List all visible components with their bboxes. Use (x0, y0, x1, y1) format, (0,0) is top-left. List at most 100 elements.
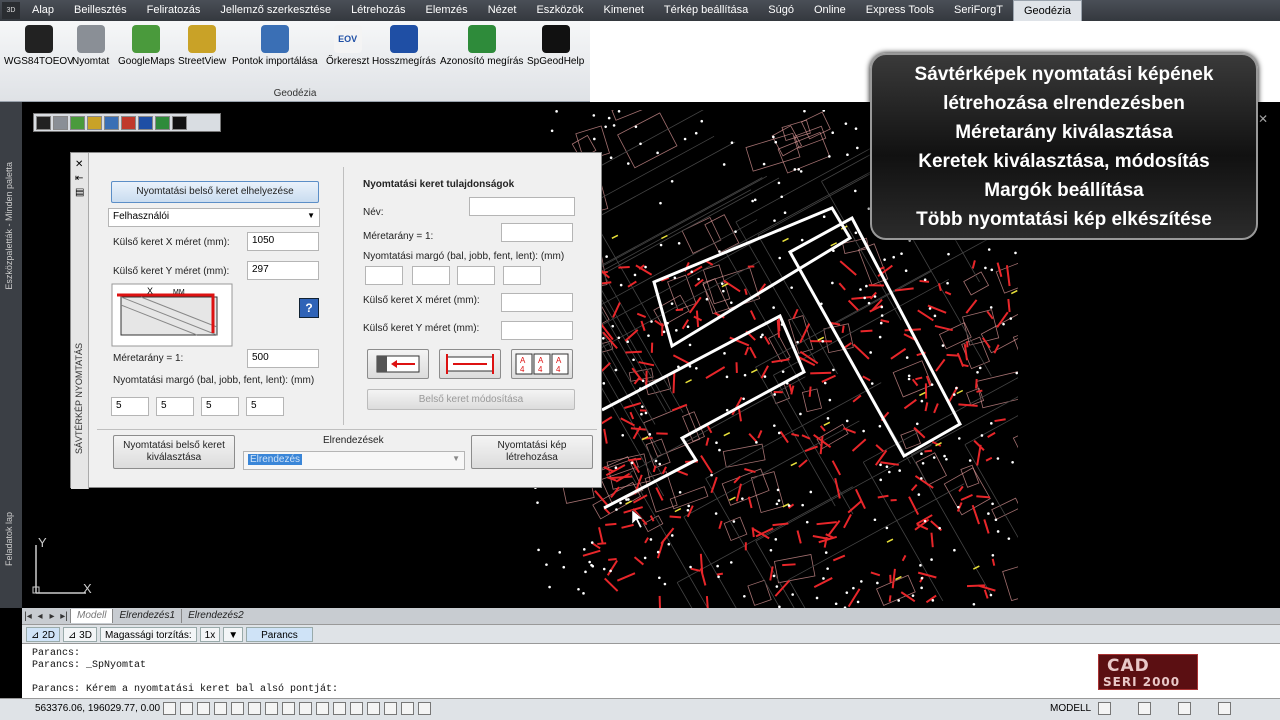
float-help-icon[interactable] (172, 115, 187, 130)
qp-icon[interactable] (333, 702, 346, 715)
menu-item-4[interactable]: Létrehozás (341, 0, 415, 21)
annotation-scale-icon[interactable] (1098, 702, 1111, 715)
ducs-icon[interactable] (265, 702, 278, 715)
outer-y-input[interactable]: 297 (247, 261, 319, 280)
props-margin-right-input[interactable] (412, 266, 450, 285)
model-icon[interactable] (384, 702, 397, 715)
scale-input[interactable]: 500 (247, 349, 319, 368)
outer-x-input[interactable]: 1050 (247, 232, 319, 251)
app-badge[interactable]: 3D (2, 2, 20, 19)
float-eov-cross-icon[interactable] (121, 115, 136, 130)
properties-icon[interactable]: ▤ (75, 187, 84, 198)
pin-icon[interactable]: ⇤ (75, 173, 83, 184)
menu-item-14[interactable]: Geodézia (1012, 0, 1083, 21)
ortho-icon[interactable] (197, 702, 210, 715)
select-inner-frame-button[interactable]: Nyomtatási belső keret kiválasztása (113, 435, 235, 469)
quickview-icon[interactable] (401, 702, 414, 715)
tab-first-icon[interactable]: |◂ (22, 611, 34, 622)
fullscreen-icon[interactable] (1218, 702, 1231, 715)
menu-item-2[interactable]: Feliratozás (137, 0, 211, 21)
exaggeration-value[interactable]: 1x (199, 626, 221, 642)
menu-item-3[interactable]: Jellemző szerkesztése (210, 0, 341, 21)
view-dropdown-icon[interactable]: ▼ (223, 626, 244, 642)
float-points-import-icon[interactable] (104, 115, 119, 130)
props-outer-y-input[interactable] (501, 321, 573, 340)
workspace-icon[interactable] (1138, 702, 1151, 715)
lwt-icon[interactable] (299, 702, 312, 715)
menu-item-13[interactable]: SeriForgT (944, 0, 1013, 21)
close-icon[interactable]: ✕ (1258, 112, 1268, 126)
layouts-select[interactable]: Elrendezés ▼ (243, 451, 465, 470)
ribbon-button-5[interactable]: EOV Őrkereszt (326, 23, 369, 67)
props-margin-bottom-input[interactable] (503, 266, 541, 285)
ribbon-button-6[interactable]: Hosszmegírás (372, 23, 436, 67)
margin-bottom-input[interactable]: 5 (246, 397, 284, 416)
menu-item-7[interactable]: Eszközök (526, 0, 593, 21)
ribbon-button-1[interactable]: Nyomtat (72, 23, 109, 67)
menu-item-9[interactable]: Térkép beállítása (654, 0, 758, 21)
tasks-tab-label[interactable]: Feladatok lap (4, 512, 14, 566)
osnap-icon[interactable] (231, 702, 244, 715)
props-outer-x-input[interactable] (501, 293, 573, 312)
float-google-maps-icon[interactable] (70, 115, 85, 130)
props-margin-top-input[interactable] (457, 266, 495, 285)
help-icon[interactable]: ? (299, 298, 319, 318)
float-id-label-icon[interactable] (155, 115, 170, 130)
margin-top-input[interactable]: 5 (201, 397, 239, 416)
polar-icon[interactable] (214, 702, 227, 715)
ribbon-button-2[interactable]: GoogleMaps (118, 23, 175, 67)
resize-frame-button[interactable] (439, 349, 501, 379)
close-icon[interactable]: ✕ (75, 159, 83, 170)
menu-item-1[interactable]: Beillesztés (64, 0, 137, 21)
props-scale-input[interactable] (501, 223, 573, 242)
menu-item-0[interactable]: Alap (22, 0, 64, 21)
otrack-icon[interactable] (248, 702, 261, 715)
tab-elrendezes2[interactable]: Elrendezés2 (181, 609, 250, 623)
menu-item-12[interactable]: Express Tools (856, 0, 944, 21)
modify-inner-frame-button[interactable]: Belső keret módosítása (367, 389, 575, 410)
dyn-icon[interactable] (282, 702, 295, 715)
tab-next-icon[interactable]: ▸ (46, 611, 58, 622)
lock-icon[interactable] (1178, 702, 1191, 715)
tab-elrendezes1[interactable]: Elrendezés1 (112, 609, 181, 623)
menu-item-10[interactable]: Súgó (758, 0, 804, 21)
snap-icon[interactable] (163, 702, 176, 715)
ribbon-button-4[interactable]: Pontok importálása (232, 23, 318, 67)
move-frame-button[interactable] (367, 349, 429, 379)
tab-modell[interactable]: Modell (70, 609, 113, 623)
floating-geodesy-toolbar[interactable] (33, 113, 221, 132)
sc-icon[interactable] (350, 702, 363, 715)
frame-type-select[interactable]: Felhasználói ▼ (108, 208, 320, 227)
command-button[interactable]: Parancs (246, 626, 313, 642)
float-printer-icon[interactable] (53, 115, 68, 130)
ribbon-button-3[interactable]: StreetView (178, 23, 226, 67)
ribbon-button-7[interactable]: Azonosító megírás (440, 23, 523, 67)
menu-item-11[interactable]: Online (804, 0, 856, 21)
ribbon-button-8[interactable]: SpGeodHelp (527, 23, 584, 67)
props-margin-left-input[interactable] (365, 266, 403, 285)
tab-last-icon[interactable]: ▸| (58, 611, 70, 622)
sheet-size-button[interactable]: A 4 A 4 A 4 (511, 349, 573, 379)
tool-palettes-label[interactable]: Eszközpaletták - Minden paletta (4, 162, 14, 290)
menu-item-5[interactable]: Elemzés (416, 0, 478, 21)
am-icon[interactable] (367, 702, 380, 715)
place-inner-frame-button[interactable]: Nyomtatási belső keret elhelyezése (111, 181, 319, 203)
create-print-image-button[interactable]: Nyomtatási kép létrehozása (471, 435, 593, 469)
view-3d-button[interactable]: ⊿ 3D (62, 626, 97, 642)
float-street-view-icon[interactable] (87, 115, 102, 130)
margin-left-input[interactable]: 5 (111, 397, 149, 416)
ribbon-button-0[interactable]: WGS84TOEOV (4, 23, 74, 67)
name-input[interactable] (469, 197, 575, 216)
view-2d-button[interactable]: ⊿ 2D (26, 626, 60, 642)
margin-right-input[interactable]: 5 (156, 397, 194, 416)
tp-icon[interactable] (316, 702, 329, 715)
menu-item-6[interactable]: Nézet (478, 0, 527, 21)
menu-item-8[interactable]: Kimenet (594, 0, 654, 21)
model-space-button[interactable]: MODELL (1050, 703, 1091, 714)
float-globe-icon[interactable] (36, 115, 51, 130)
command-line[interactable]: Parancs: Parancs: _SpNyomtat Parancs: Kére… (22, 643, 1280, 698)
zoom-icon[interactable] (418, 702, 431, 715)
grid-icon[interactable] (180, 702, 193, 715)
float-length-label-icon[interactable] (138, 115, 153, 130)
tab-prev-icon[interactable]: ◂ (34, 611, 46, 622)
